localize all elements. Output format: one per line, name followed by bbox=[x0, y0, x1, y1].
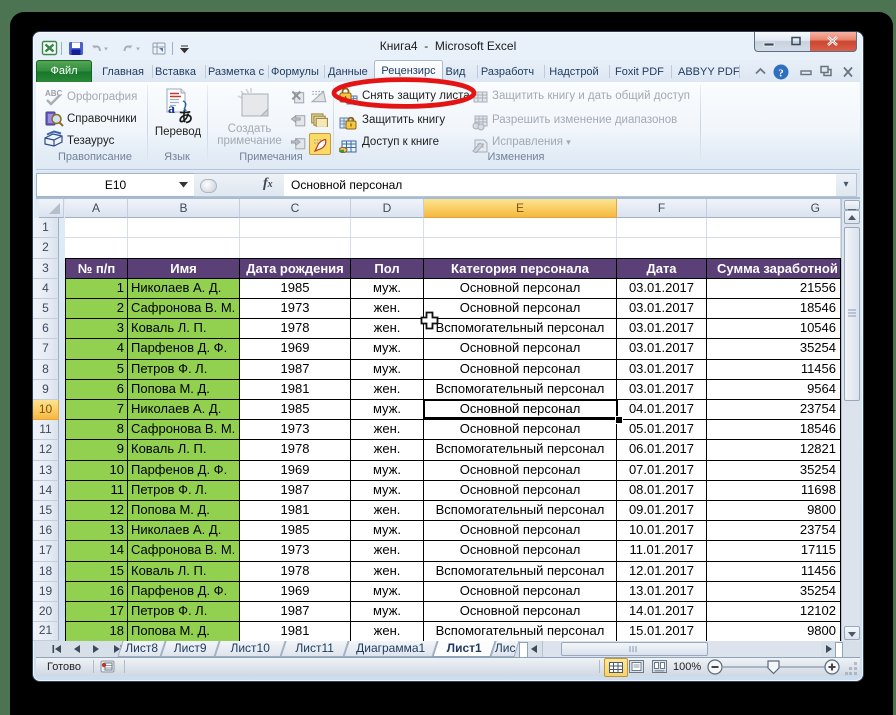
svg-text:あ: あ bbox=[178, 109, 193, 125]
svg-text:a: a bbox=[168, 102, 175, 117]
